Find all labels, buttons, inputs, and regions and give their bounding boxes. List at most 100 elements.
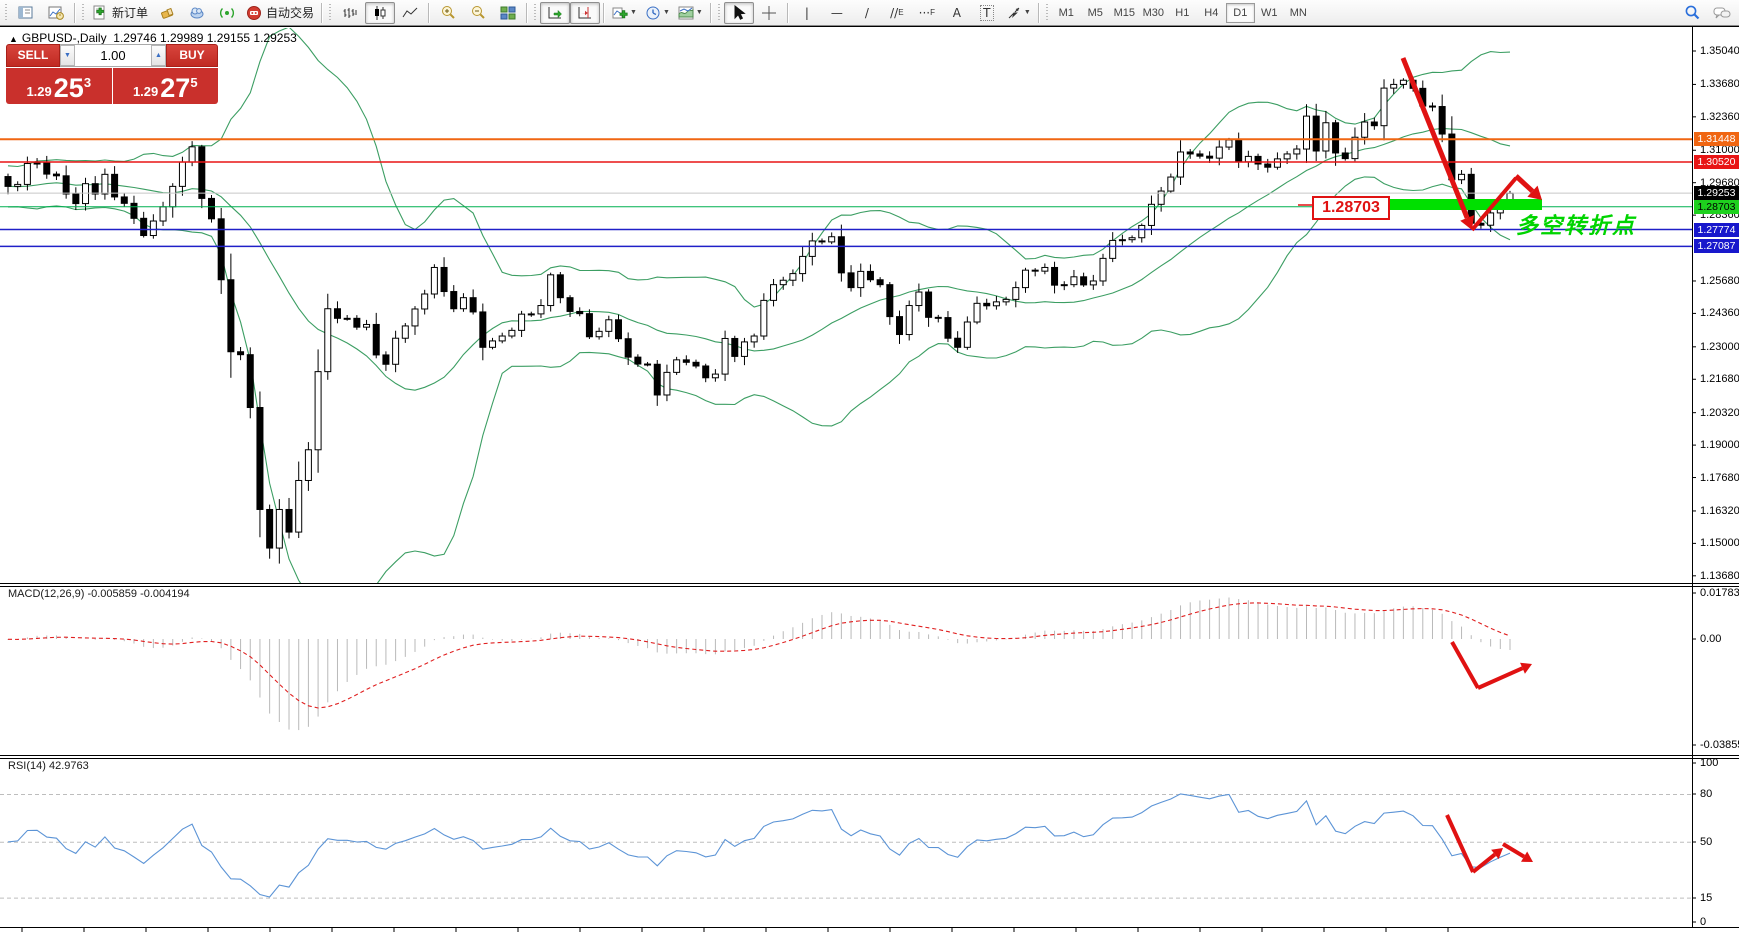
chart-shift-button[interactable]	[570, 1, 601, 24]
sell-price-big: 25	[53, 73, 84, 103]
macd-pane[interactable]	[7, 597, 1532, 731]
tile-windows-icon	[500, 6, 516, 19]
vertical-line-tool-button[interactable]: |	[792, 2, 822, 24]
annotation-arrow[interactable]	[1514, 174, 1535, 194]
chevron-up-icon: ▲	[155, 52, 162, 59]
candlestick-chart-icon	[375, 5, 386, 20]
periods-button[interactable]: ▼	[641, 2, 674, 24]
cursor-tool-button[interactable]	[723, 1, 754, 24]
chart-canvas[interactable]	[0, 0, 1739, 946]
timeframe-h1-button[interactable]: H1	[1168, 3, 1197, 23]
text-label-tool-button[interactable]: T	[972, 2, 1002, 24]
annotation-arrow[interactable]	[1400, 57, 1470, 219]
line-chart-icon	[402, 7, 418, 17]
timeframe-m30-button[interactable]: M30	[1139, 3, 1168, 23]
chat-button[interactable]	[1707, 2, 1737, 24]
chevron-down-icon: ▼	[695, 9, 703, 16]
bar-chart-icon	[343, 7, 357, 18]
clock-icon	[646, 6, 660, 19]
text-label-icon: T	[980, 4, 994, 21]
chat-bubble-icon	[1713, 7, 1731, 18]
toolbar-grip	[716, 3, 722, 22]
sell-price-small: 1.29	[26, 84, 52, 99]
annotation-arrow[interactable]	[1450, 641, 1480, 689]
buy-button[interactable]: BUY	[166, 44, 218, 67]
channel-tool-button[interactable]: //E	[882, 2, 912, 24]
search-icon	[1685, 5, 1699, 20]
chevron-down-icon: ▼	[64, 52, 71, 59]
toolbar-grip	[533, 3, 539, 22]
timeframe-d1-button[interactable]: D1	[1225, 2, 1255, 23]
new-order-label: 新订单	[112, 6, 149, 20]
annotation-note-text[interactable]: 多空转折点	[1516, 208, 1636, 240]
annotation-arrow[interactable]	[1445, 814, 1475, 873]
search-button[interactable]	[1677, 2, 1707, 24]
volume-decrease-button[interactable]: ▼	[60, 45, 75, 66]
main-pane[interactable]	[4, 27, 1514, 599]
new-order-button[interactable]: 新订单	[88, 2, 152, 24]
cursor-icon	[734, 4, 746, 20]
eraser-button[interactable]	[152, 2, 182, 24]
toolbar-separator	[1037, 2, 1040, 23]
publisher-button[interactable]	[182, 2, 212, 24]
chevron-down-icon: ▼	[630, 9, 637, 16]
volume-increase-button[interactable]: ▲	[151, 45, 166, 66]
vertical-line-icon: |	[804, 5, 809, 20]
volume-input[interactable]	[75, 45, 151, 66]
crosshair-tool-button[interactable]	[754, 2, 784, 24]
chevron-down-icon: ▼	[1023, 9, 1031, 16]
trendline-icon: /	[864, 5, 869, 20]
fibonacci-tool-button[interactable]: ··· F	[912, 2, 942, 24]
sell-price-sup: 3	[83, 75, 92, 90]
sell-price[interactable]: 1.29 25 3	[6, 68, 112, 104]
arrows-icon	[1008, 7, 1020, 18]
arrows-tool-button[interactable]: ▼	[1002, 2, 1035, 24]
trendline-tool-button[interactable]: /	[852, 2, 882, 24]
auto-trading-button[interactable]: 自动交易	[242, 2, 318, 24]
timeframe-m5-button[interactable]: M5	[1081, 3, 1110, 23]
crosshair-icon	[761, 5, 776, 20]
toolbar-separator	[603, 2, 606, 23]
zoom-in-icon	[442, 5, 455, 19]
text-tool-button[interactable]: A	[942, 2, 972, 24]
chart-window-button[interactable]	[11, 2, 41, 24]
bar-chart-button[interactable]	[335, 2, 365, 24]
buy-price-small: 1.29	[132, 84, 159, 99]
toolbar-separator	[74, 2, 76, 23]
toolbar-grip	[81, 3, 86, 22]
sell-button[interactable]: SELL	[6, 44, 60, 67]
horizontal-line-tool-button[interactable]: —	[822, 2, 852, 24]
channel-icon: //	[890, 5, 899, 20]
zoom-in-button[interactable]	[433, 2, 463, 24]
rsi-pane[interactable]	[0, 793, 1692, 899]
fibo-sub-label: F	[930, 8, 936, 17]
line-chart-button[interactable]	[395, 2, 425, 24]
annotation-arrow[interactable]	[1471, 852, 1497, 874]
auto-scroll-button[interactable]	[540, 1, 571, 24]
candlestick-chart-button[interactable]	[365, 1, 396, 24]
buy-price[interactable]: 1.29 27 5	[112, 68, 218, 104]
template-icon	[678, 6, 694, 19]
tick-chart-button[interactable]	[41, 2, 71, 24]
signal-icon	[220, 7, 234, 18]
tile-windows-button[interactable]	[493, 2, 523, 24]
channel-sub-label: E	[898, 8, 904, 17]
horizontal-line-icon: —	[830, 5, 843, 20]
price-level-label[interactable]: 1.28703	[1312, 196, 1390, 220]
toolbar-grip	[4, 3, 9, 22]
toolbar-grip	[328, 3, 334, 22]
toolbar-separator	[526, 2, 529, 23]
zoom-out-button[interactable]	[463, 2, 493, 24]
timeframe-m15-button[interactable]: M15	[1110, 3, 1139, 23]
new-order-icon	[93, 5, 105, 19]
timeframe-mn-button[interactable]: MN	[1284, 3, 1313, 23]
timeframe-w1-button[interactable]: W1	[1255, 3, 1284, 23]
timeframe-m1-button[interactable]: M1	[1052, 3, 1081, 23]
templates-button[interactable]: ▼	[674, 2, 707, 24]
text-icon: A	[952, 5, 961, 20]
chevron-down-icon: ▼	[662, 9, 670, 16]
signals-button[interactable]	[212, 2, 242, 24]
annotation-arrow[interactable]	[1477, 666, 1524, 690]
add-indicator-button[interactable]: ▼	[608, 2, 641, 24]
timeframe-h4-button[interactable]: H4	[1197, 3, 1226, 23]
